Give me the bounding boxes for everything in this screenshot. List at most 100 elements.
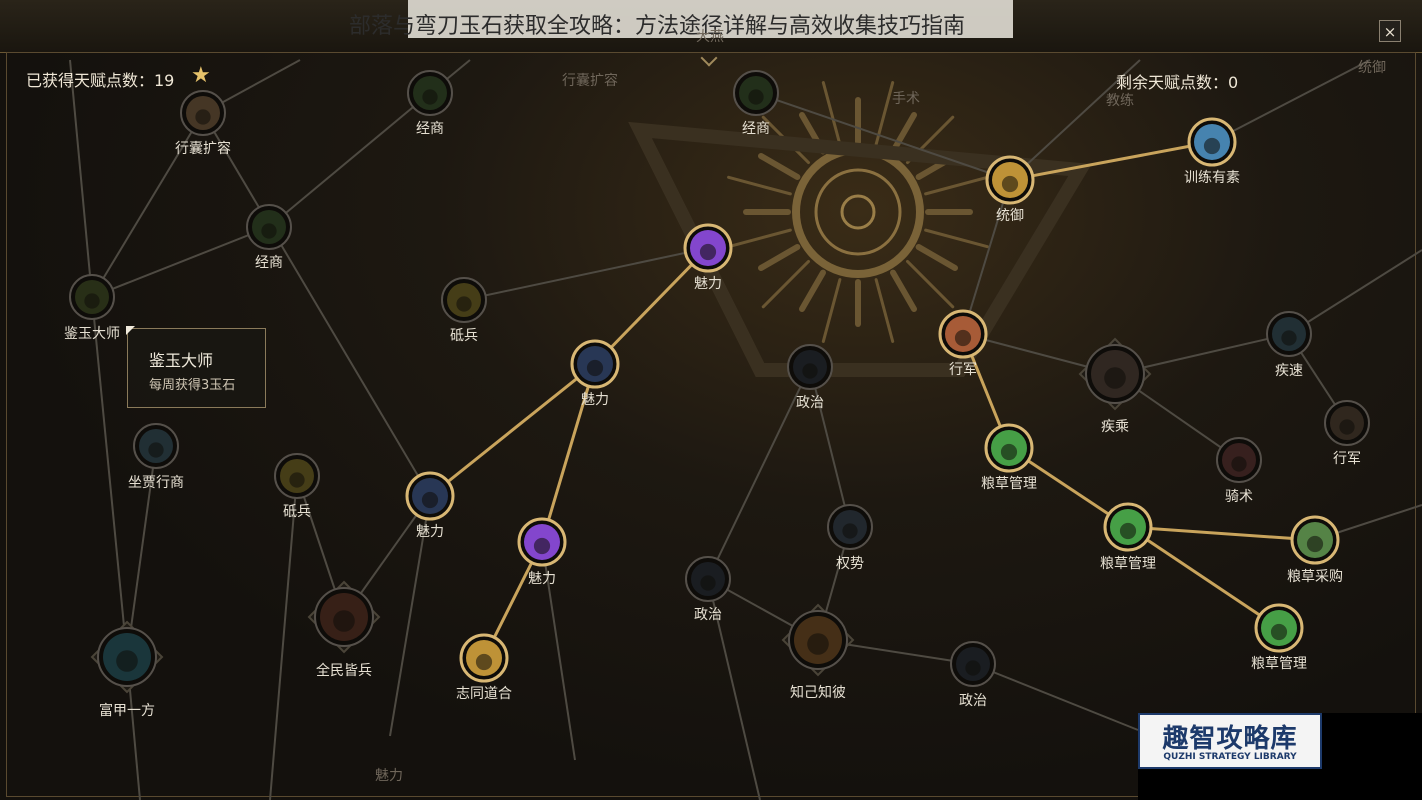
talent-node[interactable] xyxy=(1290,515,1340,565)
talent-node[interactable] xyxy=(1187,117,1237,167)
node-label: 政治 xyxy=(959,693,987,709)
watermark-subtitle: QUZHI STRATEGY LIBRARY xyxy=(1163,752,1297,762)
node-label: 疾速 xyxy=(1275,363,1303,379)
node-figure-icon xyxy=(195,109,211,125)
talent-node[interactable] xyxy=(685,556,731,602)
talent-node[interactable] xyxy=(733,70,779,116)
faded-label: 教练 xyxy=(1106,93,1134,109)
talent-node[interactable] xyxy=(1324,400,1370,446)
faded-label: 魅力 xyxy=(375,768,403,784)
node-label: 坐贾行商 xyxy=(128,475,184,491)
node-figure-icon xyxy=(699,243,717,261)
node-label: 富甲一方 xyxy=(99,703,155,719)
node-label: 经商 xyxy=(742,121,770,137)
node-figure-icon xyxy=(456,296,472,312)
watermark-title: 趣智攻略库 xyxy=(1162,724,1298,754)
talent-node[interactable] xyxy=(787,344,833,390)
talent-node[interactable] xyxy=(781,603,855,677)
talent-node[interactable] xyxy=(274,453,320,499)
talent-node[interactable] xyxy=(827,504,873,550)
tree-link xyxy=(202,112,431,497)
talent-node[interactable] xyxy=(1103,502,1153,552)
talent-node[interactable] xyxy=(683,223,733,273)
talent-node[interactable] xyxy=(90,620,164,694)
node-figure-icon xyxy=(421,491,439,509)
talent-node[interactable] xyxy=(407,70,453,116)
node-label: 经商 xyxy=(416,121,444,137)
node-label: 砥兵 xyxy=(283,504,311,520)
talent-node[interactable] xyxy=(1216,437,1262,483)
talent-node[interactable] xyxy=(459,633,509,683)
watermark-logo: 趣智攻略库 QUZHI STRATEGY LIBRARY xyxy=(1138,713,1322,769)
tooltip-description: 每周获得3玉石 xyxy=(149,378,236,393)
sun-inner-ring xyxy=(814,168,902,256)
node-label: 经商 xyxy=(255,255,283,271)
talent-node[interactable] xyxy=(133,423,179,469)
node-figure-icon xyxy=(802,363,818,379)
node-figure-icon xyxy=(148,442,164,458)
faded-label: 大燕 xyxy=(696,29,724,45)
node-label: 魅力 xyxy=(416,524,444,540)
talent-node[interactable] xyxy=(180,90,226,136)
node-label: 粮草管理 xyxy=(1251,656,1307,672)
node-figure-icon xyxy=(1104,367,1126,389)
node-label: 知己知彼 xyxy=(790,685,846,701)
sun-core xyxy=(840,194,876,230)
talent-node[interactable] xyxy=(405,471,455,521)
node-label: 行囊扩容 xyxy=(175,141,231,157)
faded-label: 手术 xyxy=(892,91,920,107)
talent-node[interactable] xyxy=(984,423,1034,473)
talent-node[interactable] xyxy=(307,580,381,654)
node-figure-icon xyxy=(422,89,438,105)
node-label: 行军 xyxy=(1333,451,1361,467)
talent-node[interactable] xyxy=(985,155,1035,205)
tree-link xyxy=(69,59,93,298)
node-label: 骑术 xyxy=(1225,489,1253,505)
talent-node[interactable] xyxy=(246,204,292,250)
corner-mask xyxy=(1322,713,1422,769)
talent-node[interactable] xyxy=(570,339,620,389)
talent-node[interactable] xyxy=(517,517,567,567)
tree-link xyxy=(269,475,298,800)
node-figure-icon xyxy=(116,650,138,672)
talent-node[interactable] xyxy=(950,641,996,687)
node-figure-icon xyxy=(965,660,981,676)
talent-node[interactable] xyxy=(1254,603,1304,653)
tree-link xyxy=(809,366,851,528)
sun-ray xyxy=(924,175,989,196)
talent-node[interactable] xyxy=(441,277,487,323)
node-label: 魅力 xyxy=(694,276,722,292)
tree-link xyxy=(268,92,431,228)
node-figure-icon xyxy=(807,633,829,655)
tree-link xyxy=(1288,249,1422,335)
talent-node[interactable] xyxy=(938,309,988,359)
node-label: 统御 xyxy=(996,208,1024,224)
node-figure-icon xyxy=(1306,535,1324,553)
sun-ray xyxy=(758,244,801,271)
sun-ray xyxy=(727,228,792,249)
node-label: 志同道合 xyxy=(456,686,512,702)
talent-node[interactable] xyxy=(1078,337,1152,411)
talent-tooltip: 鉴玉大师 每周获得3玉石 xyxy=(127,328,266,408)
active-tree-link xyxy=(429,362,596,498)
node-label: 粮草采购 xyxy=(1287,569,1343,585)
sun-ray xyxy=(874,278,895,343)
faded-label: 行囊扩容 xyxy=(562,73,618,89)
node-figure-icon xyxy=(533,537,551,555)
node-label: 政治 xyxy=(694,607,722,623)
node-figure-icon xyxy=(748,89,764,105)
node-figure-icon xyxy=(475,653,493,671)
sun-ray xyxy=(727,175,792,196)
talent-node[interactable] xyxy=(69,274,115,320)
node-figure-icon xyxy=(842,523,858,539)
talent-tree-screen: 部落与弯刀玉石获取全攻略：方法途径详解与高效收集技巧指南 × 行囊扩容 经商 经商经… xyxy=(0,0,1422,800)
node-figure-icon xyxy=(586,359,604,377)
remaining-points-label: 剩余天赋点数：0 xyxy=(1116,73,1239,92)
talent-node[interactable] xyxy=(1266,311,1312,357)
node-label: 粮草管理 xyxy=(981,476,1037,492)
node-label: 政治 xyxy=(796,395,824,411)
earned-points-label: 已获得天赋点数：19 xyxy=(26,71,175,90)
tooltip-title: 鉴玉大师 xyxy=(149,351,214,370)
node-figure-icon xyxy=(1000,443,1018,461)
faded-label: 统御 xyxy=(1358,60,1386,76)
